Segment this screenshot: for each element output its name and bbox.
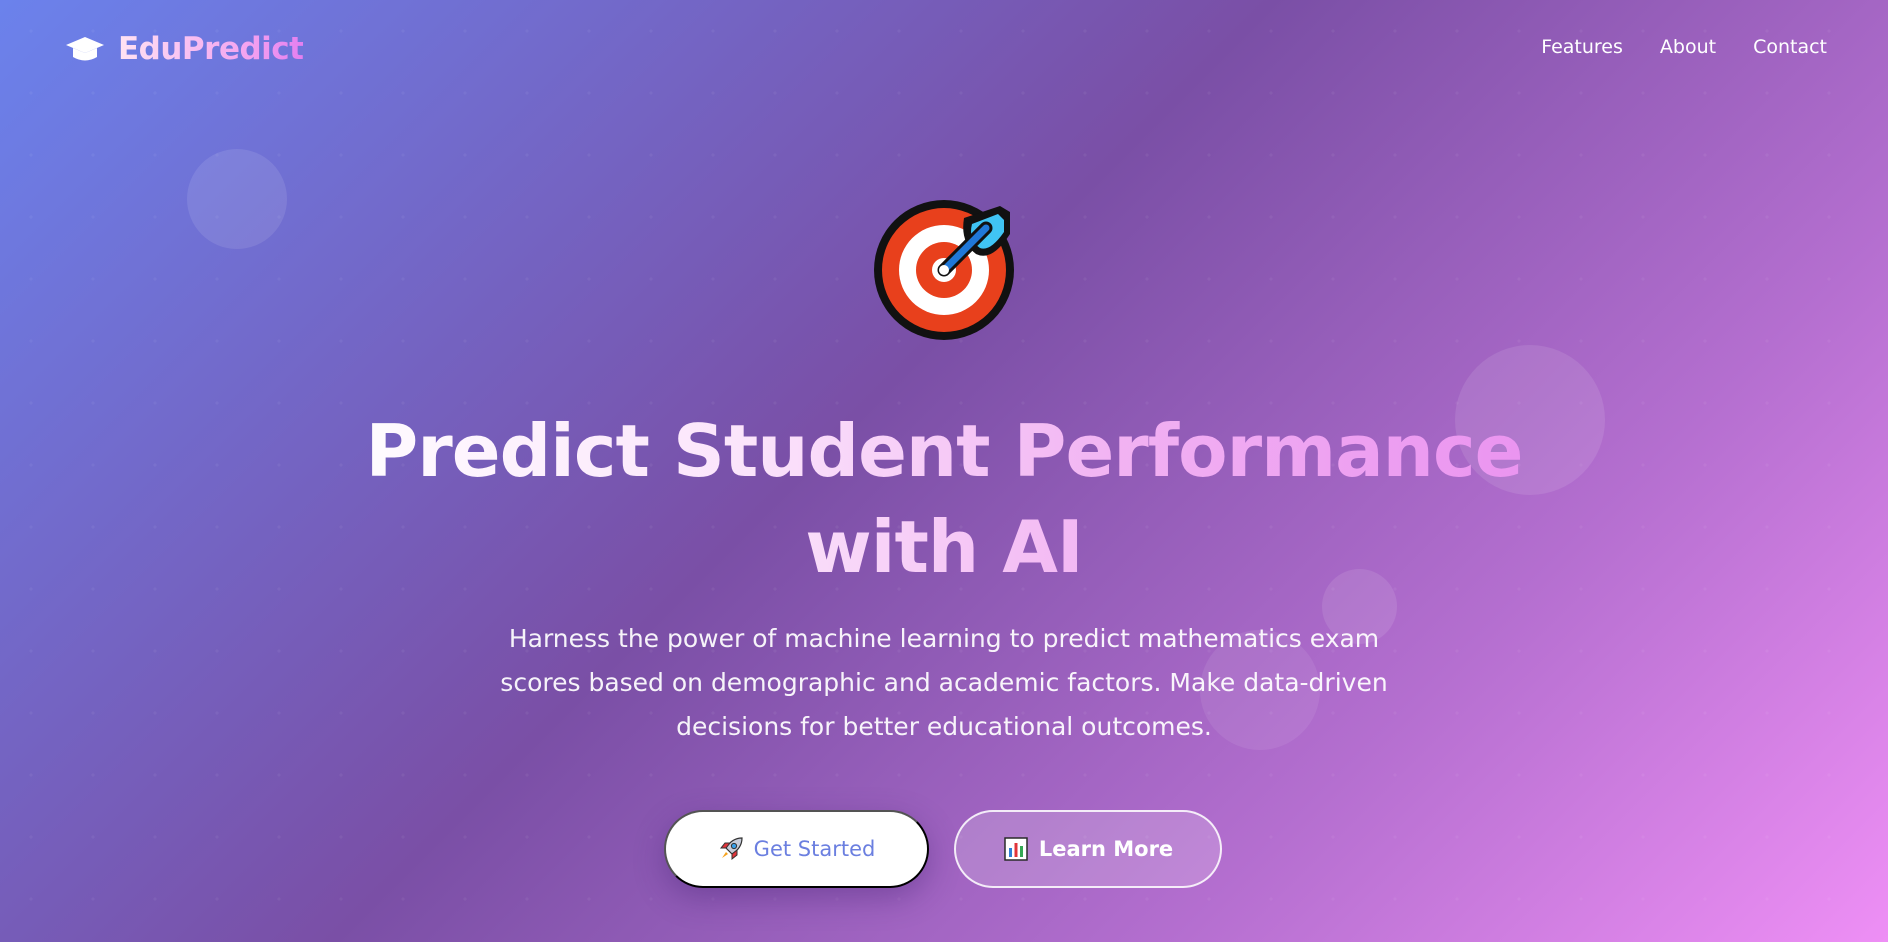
navbar: EduPredict Features About Contact xyxy=(0,0,1888,96)
get-started-button[interactable]: Get Started xyxy=(664,810,929,888)
learn-more-button[interactable]: Learn More xyxy=(954,810,1222,888)
decorative-bubble xyxy=(187,149,287,249)
nav-links: Features About Contact xyxy=(1541,36,1827,58)
logo-text: EduPredict xyxy=(118,31,304,67)
rocket-icon xyxy=(718,836,744,862)
graduation-cap-icon xyxy=(64,28,106,70)
get-started-label: Get Started xyxy=(753,837,876,861)
target-icon xyxy=(872,198,1016,342)
nav-link-features[interactable]: Features xyxy=(1541,36,1623,58)
nav-link-contact[interactable]: Contact xyxy=(1753,36,1827,58)
learn-more-label: Learn More xyxy=(1038,837,1174,861)
nav-link-about[interactable]: About xyxy=(1660,36,1716,58)
bar-chart-icon xyxy=(1003,836,1029,862)
hero-subtitle: Harness the power of machine learning to… xyxy=(500,624,1388,741)
hero-title: Predict Student Performance with AI xyxy=(290,403,1598,595)
logo-link[interactable]: EduPredict xyxy=(64,28,304,70)
